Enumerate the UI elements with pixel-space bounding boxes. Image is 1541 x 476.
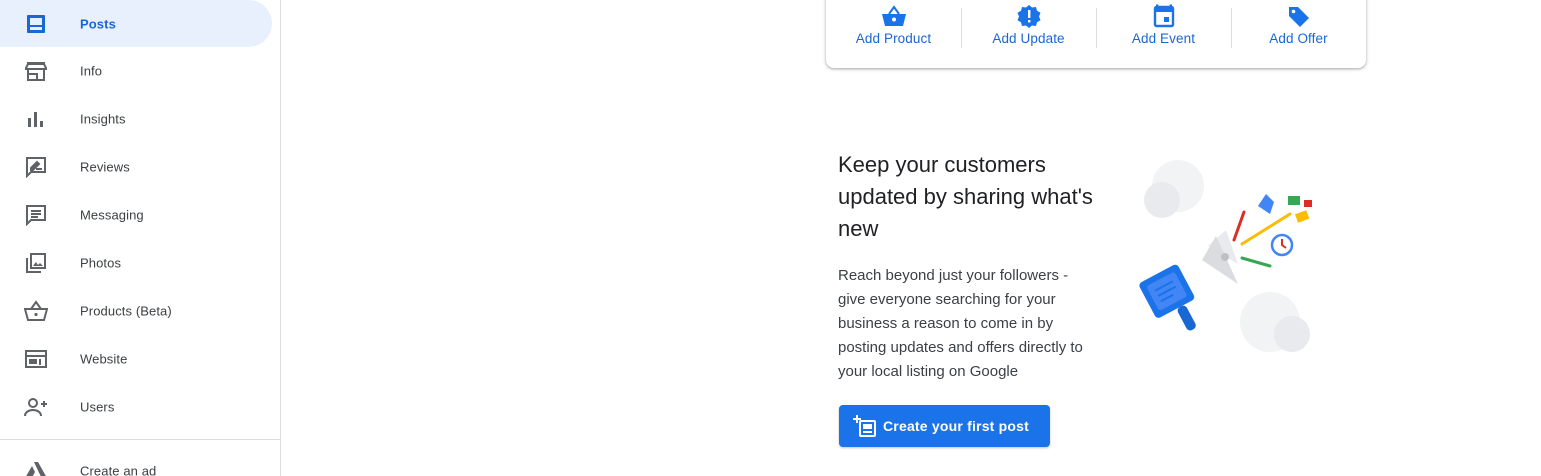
add-offer-label: Add Offer (1269, 31, 1328, 46)
tag-icon (1286, 4, 1312, 28)
sidebar-item-label: Photos (80, 255, 122, 270)
sidebar-item-website[interactable]: Website (0, 335, 272, 382)
message-icon (24, 203, 48, 227)
post-type-card: Add Product Add Update Add Event Add Off… (826, 0, 1366, 68)
add-event-label: Add Event (1131, 31, 1196, 46)
update-badge-icon (1016, 4, 1042, 28)
sidebar-divider (0, 439, 280, 440)
ads-icon (24, 459, 48, 476)
basket-icon (881, 4, 907, 28)
calendar-icon (1151, 4, 1177, 28)
add-event-button[interactable]: Add Event (1096, 0, 1231, 66)
sidebar-item-label: Create an ad (80, 463, 157, 476)
sidebar-item-label: Messaging (80, 207, 144, 222)
sidebar-item-label: Users (80, 399, 115, 414)
rate-review-icon (24, 155, 48, 179)
shopping-basket-icon (24, 299, 48, 323)
person-add-icon (24, 395, 48, 419)
megaphone-illustration (1138, 156, 1318, 352)
add-product-label: Add Product (855, 31, 932, 46)
sidebar-item-label: Website (80, 351, 128, 366)
sidebar-item-insights[interactable]: Insights (0, 95, 272, 142)
create-first-post-label: Create your first post (883, 418, 1029, 434)
storefront-icon (24, 59, 48, 83)
sidebar-item-label: Insights (80, 111, 126, 126)
web-icon (24, 347, 48, 371)
sidebar: Posts Info Insights Reviews Messaging Ph… (0, 0, 281, 476)
add-offer-button[interactable]: Add Offer (1231, 0, 1366, 66)
add-update-button[interactable]: Add Update (961, 0, 1096, 66)
sidebar-item-label: Info (80, 63, 103, 78)
photo-library-icon (24, 251, 48, 275)
sidebar-item-label: Posts (80, 16, 116, 31)
create-first-post-button[interactable]: Create your first post (839, 405, 1050, 447)
sidebar-item-info[interactable]: Info (0, 47, 272, 94)
posts-icon (24, 12, 48, 36)
empty-state-description: Reach beyond just your followers - give … (838, 267, 1083, 380)
add-product-button[interactable]: Add Product (826, 0, 961, 66)
empty-state-headline: Keep your customers updated by sharing w… (838, 152, 1093, 241)
bar-chart-icon (24, 107, 48, 131)
sidebar-item-products[interactable]: Products (Beta) (0, 287, 272, 334)
sidebar-item-reviews[interactable]: Reviews (0, 143, 272, 190)
add-update-label: Add Update (992, 31, 1065, 46)
sidebar-item-posts[interactable]: Posts (0, 0, 272, 47)
sidebar-item-messaging[interactable]: Messaging (0, 191, 272, 238)
sidebar-item-create-ad[interactable]: Create an ad (0, 447, 272, 476)
add-post-icon (853, 415, 877, 437)
sidebar-item-label: Products (Beta) (80, 303, 172, 318)
sidebar-item-label: Reviews (80, 159, 130, 174)
sidebar-item-users[interactable]: Users (0, 383, 272, 430)
sidebar-item-photos[interactable]: Photos (0, 239, 272, 286)
